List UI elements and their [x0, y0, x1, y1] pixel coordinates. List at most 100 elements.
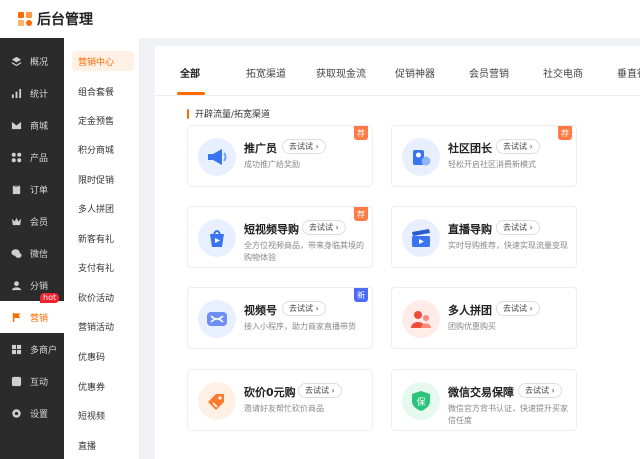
- card-title: 短视频导购: [244, 223, 299, 236]
- subnav-item-marketing-center[interactable]: 营销中心: [72, 51, 134, 71]
- subnav-item-short-video[interactable]: 短视频: [72, 405, 134, 425]
- video-bag-icon: [198, 219, 236, 257]
- app-logo-icon: [18, 12, 32, 26]
- try-button[interactable]: 去试试 ›: [496, 139, 540, 154]
- sidebar-item-multi-merchant[interactable]: 多商户: [0, 333, 64, 365]
- subnav-item-bargain[interactable]: 砍价活动: [72, 287, 134, 307]
- recommended-badge: 荐: [558, 126, 572, 140]
- card-title: 微信交易保障: [448, 386, 514, 399]
- card-channels[interactable]: 视频号 去试试 › 接入小程序，助力商家直播带货 新: [187, 287, 373, 349]
- flag-icon: [10, 311, 22, 323]
- card-description: 轻松开启社区消费新模式: [448, 160, 536, 169]
- channels-icon: [198, 300, 236, 338]
- card-description: 全方位视频商品，带来身临其境的购物体验: [244, 241, 364, 262]
- try-button[interactable]: 去试试 ›: [298, 383, 342, 398]
- try-button[interactable]: 去试试 ›: [282, 301, 326, 316]
- subnav-item-group-buy[interactable]: 多人拼团: [72, 198, 134, 218]
- card-description: 微信官方背书认证，快速提升买家信任度: [448, 404, 568, 425]
- sidebar-item-mall[interactable]: 商城: [0, 109, 64, 141]
- tab-all[interactable]: 全部: [180, 65, 200, 80]
- card-title: 砍价0元购: [244, 386, 296, 399]
- sidebar-item-label: 统计: [30, 89, 49, 100]
- subnav-item-payment-gift[interactable]: 支付有礼: [72, 257, 134, 277]
- try-button[interactable]: 去试试 ›: [496, 220, 540, 235]
- try-button[interactable]: 去试试 ›: [496, 301, 540, 316]
- grid-icon: [10, 151, 22, 163]
- card-title: 直播导购: [448, 223, 492, 236]
- subnav-item-new-customer-gift[interactable]: 新客有礼: [72, 228, 134, 248]
- sidebar-item-label: 概况: [30, 57, 49, 68]
- subnav-item-marketing-activity[interactable]: 营销活动: [72, 316, 134, 336]
- card-group-buy[interactable]: 多人拼团 去试试 › 团购优惠购买: [391, 287, 577, 349]
- top-bar: 后台管理: [0, 0, 640, 38]
- group-icon: [402, 300, 440, 338]
- card-title: 视频号: [244, 304, 277, 317]
- clapper-icon: [402, 219, 440, 257]
- sidebar-item-members[interactable]: 会员: [0, 205, 64, 237]
- clipboard-icon: [10, 183, 22, 195]
- sidebar-item-products[interactable]: 产品: [0, 141, 64, 173]
- card-description: 实时导购推荐，快速实现流量变现: [448, 241, 568, 250]
- sidebar-item-wechat[interactable]: 微信: [0, 237, 64, 269]
- sidebar-item-label: 微信: [30, 249, 49, 260]
- card-description: 接入小程序，助力商家直播带货: [244, 322, 356, 331]
- sidebar-item-overview[interactable]: 概况: [0, 45, 64, 77]
- price-tag-icon: [198, 382, 236, 420]
- store-icon: [10, 343, 22, 355]
- card-promoter[interactable]: 推广员 去试试 › 成功推广给奖励 荐: [187, 125, 373, 187]
- sidebar-item-label: 订单: [30, 185, 49, 196]
- sidebar-item-settings[interactable]: 设置: [0, 397, 64, 429]
- card-live-guide[interactable]: 直播导购 去试试 › 实时导购推荐，快速实现流量变现: [391, 206, 577, 268]
- app-title: 后台管理: [37, 12, 93, 28]
- main-sidebar: 概况 统计 商城 产品 订单 会员 微信 分销 hot 营销 多商户 互动 设置: [0, 38, 64, 459]
- sidebar-item-orders[interactable]: 订单: [0, 173, 64, 205]
- new-badge: 新: [354, 288, 368, 302]
- tab-cash-flow[interactable]: 获取现金流: [316, 65, 366, 80]
- sidebar-item-label: 设置: [30, 409, 49, 420]
- sidebar-item-marketing[interactable]: hot 营销: [0, 293, 64, 333]
- sidebar-item-label: 分销: [30, 281, 49, 292]
- sidebar-item-label: 商城: [30, 121, 49, 132]
- subnav-item-combo[interactable]: 组合套餐: [72, 81, 134, 101]
- try-button[interactable]: 去试试 ›: [518, 383, 562, 398]
- tab-vertical[interactable]: 垂直行: [617, 65, 640, 80]
- card-description: 邀请好友帮忙砍价商品: [244, 404, 324, 413]
- card-community-leader[interactable]: 社区团长 去试试 › 轻松开启社区消费新模式 荐: [391, 125, 577, 187]
- sidebar-item-statistics[interactable]: 统计: [0, 77, 64, 109]
- user-icon: [10, 279, 22, 291]
- community-leader-icon: [402, 138, 440, 176]
- tab-member-marketing[interactable]: 会员营销: [469, 65, 509, 80]
- sidebar-item-label: 多商户: [30, 345, 58, 356]
- sidebar-item-label: 产品: [30, 153, 49, 164]
- sidebar-item-interaction[interactable]: 互动: [0, 365, 64, 397]
- sidebar-item-label: 互动: [30, 377, 49, 388]
- chart-icon: [10, 87, 22, 99]
- subnav-item-points-mall[interactable]: 积分商城: [72, 139, 134, 159]
- card-wechat-trade-guarantee[interactable]: 保 微信交易保障 去试试 › 微信官方背书认证，快速提升买家信任度: [391, 369, 577, 431]
- hot-badge: hot: [40, 293, 60, 303]
- gear-icon: [10, 407, 22, 419]
- tab-social-commerce[interactable]: 社交电商: [543, 65, 583, 80]
- subnav-item-live[interactable]: 直播: [72, 435, 134, 455]
- main-content: 全部 拓宽渠道 获取现金流 促销神器 会员营销 社交电商 垂直行 开辟流量/拓宽…: [155, 46, 640, 459]
- subnav-item-coupon[interactable]: 优惠券: [72, 376, 134, 396]
- subnav-item-presale[interactable]: 定金预售: [72, 110, 134, 130]
- try-button[interactable]: 去试试 ›: [302, 220, 346, 235]
- recommended-badge: 荐: [354, 126, 368, 140]
- card-short-video-guide[interactable]: 短视频导购 去试试 › 全方位视频商品，带来身临其境的购物体验 荐: [187, 206, 373, 268]
- marketing-subnav: 营销中心 组合套餐 定金预售 积分商城 限时促销 多人拼团 新客有礼 支付有礼 …: [64, 38, 140, 459]
- category-tabs: 全部 拓宽渠道 获取现金流 促销神器 会员营销 社交电商 垂直行: [155, 46, 640, 96]
- crown-icon: [10, 215, 22, 227]
- interact-icon: [10, 375, 22, 387]
- try-button[interactable]: 去试试 ›: [282, 139, 326, 154]
- active-tab-indicator: [177, 92, 205, 95]
- shield-icon-text: 保: [416, 396, 425, 408]
- tab-channels[interactable]: 拓宽渠道: [246, 65, 286, 80]
- subnav-item-promo-code[interactable]: 优惠码: [72, 346, 134, 366]
- card-title: 社区团长: [448, 142, 492, 155]
- card-bargain[interactable]: 砍价0元购 去试试 › 邀请好友帮忙砍价商品: [187, 369, 373, 431]
- sidebar-item-label: 营销: [30, 313, 49, 324]
- tab-promotion[interactable]: 促销神器: [395, 65, 435, 80]
- section-title-text: 开辟流量/拓宽渠道: [195, 110, 271, 120]
- subnav-item-flash-sale[interactable]: 限时促销: [72, 169, 134, 189]
